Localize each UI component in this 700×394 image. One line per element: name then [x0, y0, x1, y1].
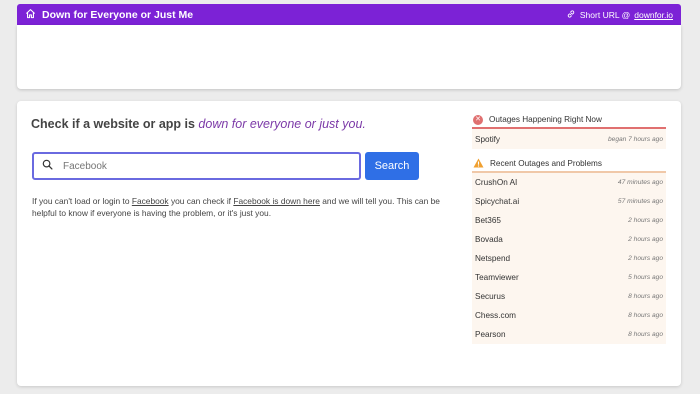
headline-text: Check if a website or app is: [31, 117, 199, 131]
outage-name: Chess.com: [475, 311, 516, 320]
outage-name: CrushOn AI: [475, 178, 518, 187]
outages-sidebar: ✕ Outages Happening Right Now Spotify be…: [472, 112, 666, 344]
outage-time: 2 hours ago: [628, 236, 663, 243]
outage-name: Bovada: [475, 235, 503, 244]
site-header: Down for Everyone or Just Me Short URL @…: [17, 4, 681, 25]
outage-time: 8 hours ago: [628, 331, 663, 338]
recent-outage-row[interactable]: Spicychat.ai 57 minutes ago: [472, 192, 666, 211]
outage-name: Teamviewer: [475, 273, 519, 282]
outage-name: Spicychat.ai: [475, 197, 520, 206]
recent-outage-row[interactable]: Securus 8 hours ago: [472, 287, 666, 306]
facebook-down-link[interactable]: Facebook is down here: [233, 196, 320, 206]
recent-outages-title: Recent Outages and Problems: [490, 159, 602, 168]
current-outages-header: ✕ Outages Happening Right Now: [472, 112, 666, 129]
recent-outages-list: CrushOn AI 47 minutes ago Spicychat.ai 57 …: [472, 173, 666, 344]
outage-time: 5 hours ago: [628, 274, 663, 281]
recent-outage-row[interactable]: Bet365 2 hours ago: [472, 211, 666, 230]
outage-name: Pearson: [475, 330, 506, 339]
search-icon: [42, 157, 53, 175]
link-icon: [566, 9, 576, 21]
outage-row[interactable]: Spotify began 7 hours ago: [472, 129, 666, 149]
headline-emphasis: down for everyone or just you.: [198, 117, 366, 131]
outage-time: 2 hours ago: [628, 217, 663, 224]
outage-name: Netspend: [475, 254, 511, 263]
outage-time: 8 hours ago: [628, 312, 663, 319]
short-url-label: Short URL @: [579, 9, 631, 20]
outage-time: 2 hours ago: [628, 255, 663, 262]
page-headline: Check if a website or app is down for ev…: [31, 117, 366, 131]
search-box[interactable]: [32, 152, 361, 180]
desc-text-1: If you can't load or login to: [32, 196, 132, 206]
warning-icon: [473, 157, 484, 170]
search-button[interactable]: Search: [365, 152, 419, 180]
recent-outage-row[interactable]: Teamviewer 5 hours ago: [472, 268, 666, 287]
recent-outage-row[interactable]: Pearson 8 hours ago: [472, 325, 666, 344]
recent-outages-header: Recent Outages and Problems: [472, 156, 666, 173]
recent-outage-row[interactable]: Chess.com 8 hours ago: [472, 306, 666, 325]
outage-time: 8 hours ago: [628, 293, 663, 300]
current-outages-title: Outages Happening Right Now: [489, 115, 602, 124]
description: If you can't load or login to Facebook y…: [32, 195, 442, 219]
main-panel: Check if a website or app is down for ev…: [17, 101, 681, 386]
outage-time: 47 minutes ago: [617, 179, 663, 186]
short-url-link[interactable]: downfor.io: [634, 10, 673, 20]
outage-name: Securus: [475, 292, 506, 301]
search-input[interactable]: [63, 160, 303, 172]
short-url: Short URL @ downfor.io: [566, 9, 673, 21]
recent-outage-row[interactable]: CrushOn AI 47 minutes ago: [472, 173, 666, 192]
x-circle-icon: ✕: [473, 114, 483, 125]
recent-outage-row[interactable]: Bovada 2 hours ago: [472, 230, 666, 249]
ad-banner: [17, 25, 681, 89]
facebook-link[interactable]: Facebook: [132, 196, 169, 206]
outage-name: Bet365: [475, 216, 501, 225]
outage-name: Spotify: [475, 134, 501, 144]
outage-time: 57 minutes ago: [617, 198, 663, 205]
recent-outage-row[interactable]: Netspend 2 hours ago: [472, 249, 666, 268]
outage-time: began 7 hours ago: [608, 135, 663, 143]
desc-text-2: you can check if: [168, 196, 234, 206]
site-title: Down for Everyone or Just Me: [42, 8, 194, 21]
header-home-link[interactable]: Down for Everyone or Just Me: [25, 6, 193, 24]
home-icon: [25, 6, 36, 24]
